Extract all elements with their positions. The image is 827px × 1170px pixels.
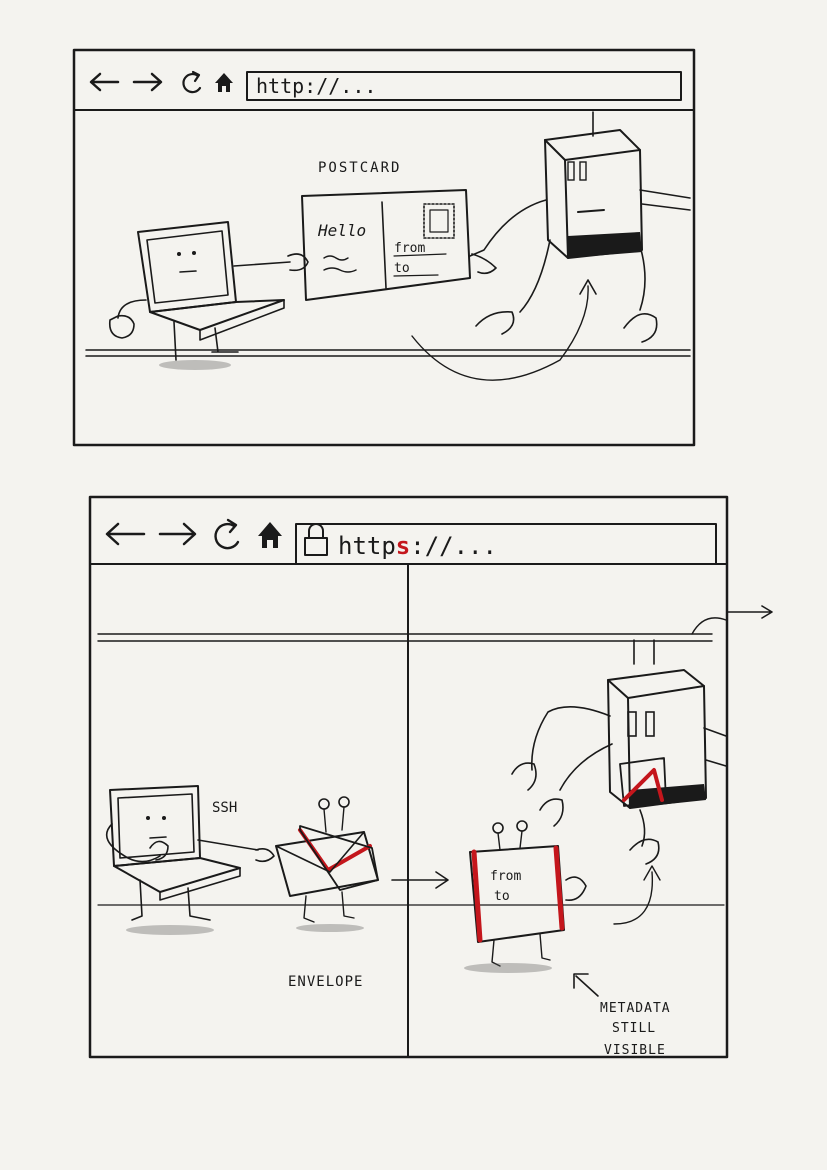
envelope-to: to xyxy=(494,889,510,904)
postcard-to: to xyxy=(394,261,410,276)
home-icon[interactable] xyxy=(215,73,233,92)
address-text: https://... xyxy=(338,532,497,560)
reload-icon[interactable] xyxy=(182,70,202,94)
transfer-arrow xyxy=(391,871,449,889)
comic-page: http://... POSTCARD Hello from to https:… xyxy=(0,0,827,1170)
forward-arrow-icon[interactable] xyxy=(158,522,197,546)
laptop-character xyxy=(108,221,309,370)
home-icon[interactable] xyxy=(258,522,282,548)
postcard-label: POSTCARD xyxy=(318,160,401,176)
router-character xyxy=(411,111,691,381)
stamp xyxy=(423,203,455,239)
envelope-label: ENVELOPE xyxy=(288,974,363,990)
metadata-line-2: STILL xyxy=(612,1021,656,1036)
back-arrow-icon[interactable] xyxy=(105,522,146,546)
comic-illustration: http://... POSTCARD Hello from to https:… xyxy=(72,48,773,1059)
laptop-character: SSH xyxy=(105,785,259,935)
padlock-icon xyxy=(304,523,328,556)
postcard: POSTCARD Hello from to xyxy=(301,160,471,301)
metadata-annotation: METADATA STILL VISIBLE xyxy=(573,973,671,1058)
panel-bottom: https://... SSH ENVELOPE from to METADAT… xyxy=(88,495,773,1059)
router-character xyxy=(511,639,727,925)
address-secure-s: s xyxy=(396,532,410,560)
metadata-line-3: VISIBLE xyxy=(604,1043,666,1058)
envelope-character-metadata: from to xyxy=(464,820,587,973)
address-text: http://... xyxy=(256,74,376,98)
envelope-from: from xyxy=(490,869,521,884)
ssh-label: SSH xyxy=(212,800,237,816)
postcard-greeting: Hello xyxy=(317,221,366,240)
envelope-character: ENVELOPE xyxy=(255,796,379,990)
metadata-line-1: METADATA xyxy=(600,1001,671,1016)
forward-arrow-icon[interactable] xyxy=(132,72,163,92)
postcard-from: from xyxy=(394,241,425,256)
address-prefix: http xyxy=(338,532,396,560)
reload-icon[interactable] xyxy=(214,518,240,550)
panel-top: http://... POSTCARD Hello from to xyxy=(72,48,696,447)
back-arrow-icon[interactable] xyxy=(89,72,120,92)
address-suffix: ://... xyxy=(410,532,497,560)
